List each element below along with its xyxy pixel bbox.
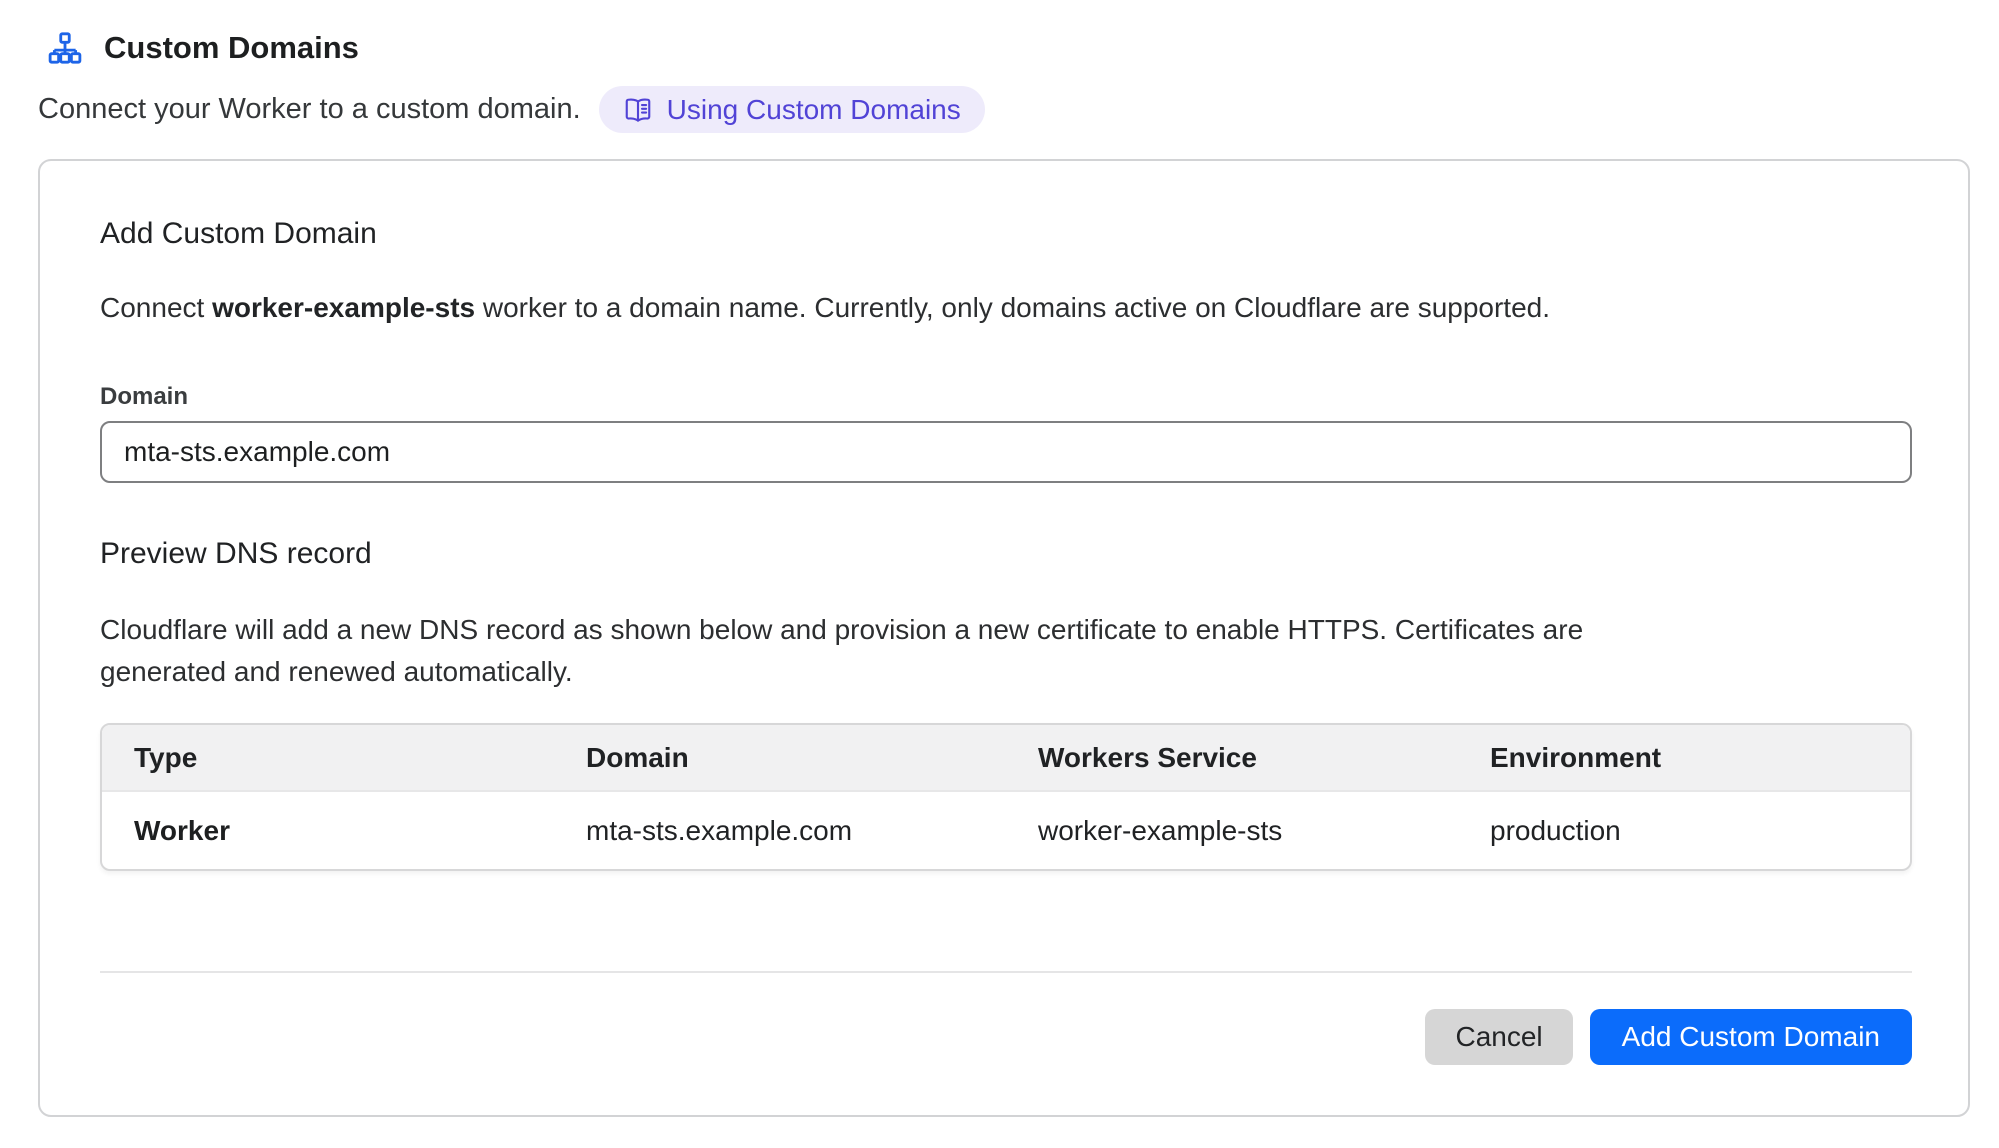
table-header-row: Type Domain Workers Service Environment — [102, 725, 1910, 791]
page-header: Custom Domains Connect your Worker to a … — [38, 30, 1970, 133]
intro-prefix: Connect — [100, 292, 212, 323]
intro-suffix: worker to a domain name. Currently, only… — [475, 292, 1550, 323]
preview-description: Cloudflare will add a new DNS record as … — [100, 609, 1685, 693]
column-header-environment: Environment — [1458, 725, 1910, 791]
add-custom-domain-button[interactable]: Add Custom Domain — [1590, 1009, 1912, 1065]
worker-name: worker-example-sts — [212, 292, 475, 323]
page-title-row: Custom Domains — [48, 30, 1970, 66]
custom-domains-page: Custom Domains Connect your Worker to a … — [0, 0, 1999, 1117]
card-heading: Add Custom Domain — [100, 217, 1912, 251]
page-title: Custom Domains — [104, 30, 359, 66]
cell-type: Worker — [102, 791, 554, 869]
column-header-domain: Domain — [554, 725, 1006, 791]
domain-input[interactable] — [100, 421, 1912, 483]
docs-link[interactable]: Using Custom Domains — [599, 86, 985, 133]
dns-preview-table: Type Domain Workers Service Environment … — [100, 723, 1912, 871]
page-subtitle: Connect your Worker to a custom domain. — [38, 93, 581, 126]
card-footer: Cancel Add Custom Domain — [100, 973, 1912, 1065]
page-subtitle-row: Connect your Worker to a custom domain. … — [38, 86, 1970, 133]
cell-environment: production — [1458, 791, 1910, 869]
column-header-workers-service: Workers Service — [1006, 725, 1458, 791]
cell-domain: mta-sts.example.com — [554, 791, 1006, 869]
table-row: Worker mta-sts.example.com worker-exampl… — [102, 791, 1910, 869]
preview-dns-heading: Preview DNS record — [100, 537, 1912, 571]
cancel-button[interactable]: Cancel — [1425, 1009, 1572, 1065]
domain-label: Domain — [100, 383, 1912, 411]
book-icon — [623, 95, 653, 125]
docs-link-label: Using Custom Domains — [667, 94, 961, 126]
column-header-type: Type — [102, 725, 554, 791]
add-custom-domain-card: Add Custom Domain Connect worker-example… — [38, 159, 1970, 1117]
cell-workers-service: worker-example-sts — [1006, 791, 1458, 869]
sitemap-icon — [48, 31, 82, 65]
card-intro: Connect worker-example-sts worker to a d… — [100, 291, 1912, 325]
